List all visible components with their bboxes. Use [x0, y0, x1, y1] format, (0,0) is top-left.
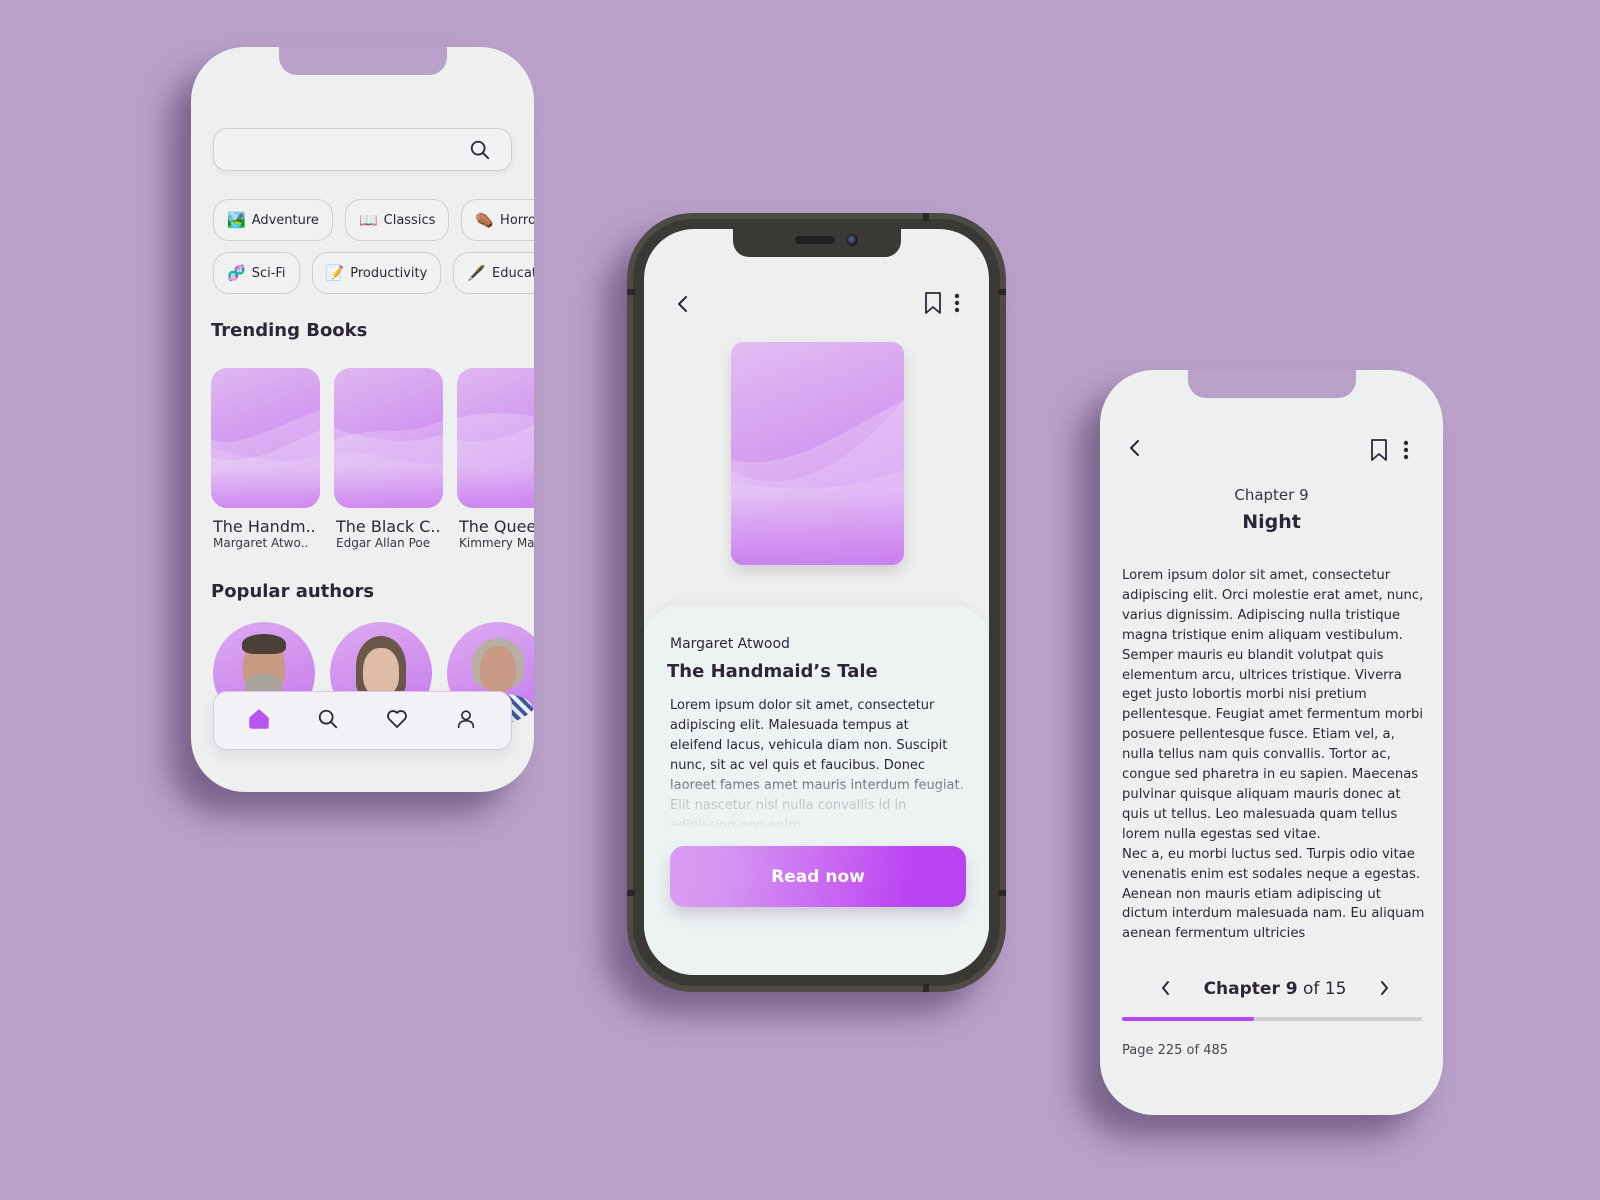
chapter-paragraph: Nec a, eu morbi luctus sed. Turpis odio …: [1122, 846, 1425, 942]
book-card[interactable]: The Black C.. Edgar Allan Poe: [334, 368, 443, 550]
book-author: Edgar Allan Poe: [336, 536, 431, 550]
book-title: The Handmaid’s Tale: [667, 661, 878, 682]
genre-label: Adventure: [251, 212, 319, 228]
genre-chip-education[interactable]: 🖋️ Education: [453, 252, 534, 294]
nav-favorites-button[interactable]: [377, 701, 417, 741]
book-detail-screen: Margaret Atwood The Handmaid’s Tale Lore…: [644, 229, 989, 975]
antenna-line: [998, 289, 1006, 295]
popular-authors-heading: Popular authors: [211, 581, 375, 602]
coffin-icon: ⚰️: [475, 210, 495, 229]
book-cover: [731, 342, 904, 565]
more-vertical-icon: [1403, 440, 1409, 463]
author-photo: [480, 646, 516, 692]
fountain-pen-icon: 🖋️: [467, 263, 486, 282]
chapter-indicator-total: of 15: [1297, 979, 1347, 999]
speaker-grille: [794, 236, 835, 244]
reader-screen-phone: Chapter 9 Night Lorem ipsum dolor sit am…: [1100, 370, 1443, 1115]
antenna-line: [923, 984, 929, 992]
open-book-icon: 📖: [358, 210, 378, 229]
search-input[interactable]: [214, 129, 454, 170]
author-hair: [242, 634, 286, 654]
book-cover[interactable]: [334, 368, 443, 508]
book-card[interactable]: The Handm.. Margaret Atwo..: [211, 368, 320, 550]
genre-chip-scifi[interactable]: 🧬 Sci-Fi: [213, 252, 300, 294]
nav-home-button[interactable]: [239, 701, 279, 741]
chevron-right-icon: [1378, 979, 1390, 1000]
page-counter: Page 225 of 485: [1122, 1043, 1229, 1058]
reading-progress-bar[interactable]: [1122, 1017, 1422, 1021]
chapter-navigation: Chapter 9 of 15: [1160, 974, 1390, 1004]
back-button[interactable]: [667, 289, 699, 321]
bottom-navigation: [213, 691, 512, 750]
antenna-line: [627, 890, 635, 896]
bookmark-icon: [1370, 438, 1388, 465]
book-description: Lorem ipsum dolor sit amet, consectetur …: [670, 698, 964, 826]
chevron-left-icon: [1128, 438, 1142, 461]
antenna-line: [627, 289, 635, 295]
user-icon: [455, 708, 477, 733]
chapter-indicator-current: Chapter 9: [1203, 979, 1298, 999]
genre-chip-productivity[interactable]: 📝 Productivity: [311, 252, 442, 294]
book-title: The Black C..: [336, 517, 441, 536]
book-info-sheet: Margaret Atwood The Handmaid’s Tale Lore…: [644, 606, 989, 975]
antenna-line: [923, 213, 929, 221]
search-icon: [317, 708, 339, 733]
bookmark-button[interactable]: [1370, 438, 1388, 465]
more-vertical-icon: [954, 293, 960, 316]
search-bar[interactable]: [213, 128, 512, 171]
genre-label: Sci-Fi: [251, 265, 286, 281]
book-title: The Handm..: [213, 517, 316, 536]
book-author: Margaret Atwood: [670, 636, 790, 652]
genre-chip-horror[interactable]: ⚰️ Horror: [461, 199, 534, 241]
nav-search-button[interactable]: [308, 701, 348, 741]
book-cover[interactable]: [457, 368, 534, 508]
book-cover[interactable]: [211, 368, 320, 508]
bookmark-icon: [924, 291, 942, 318]
chapter-indicator: Chapter 9 of 15: [1204, 979, 1347, 999]
chevron-left-icon: [1160, 979, 1172, 1000]
trending-books-list: The Handm.. Margaret Atwo.. The Black C.…: [211, 368, 534, 550]
phone-notch: [1187, 370, 1356, 398]
genre-label: Productivity: [350, 265, 428, 281]
genre-chip-classics[interactable]: 📖 Classics: [344, 199, 450, 241]
book-card[interactable]: The Queen Kimmery Martin: [457, 368, 534, 550]
book-author: Margaret Atwo..: [213, 536, 309, 550]
chapter-body: Lorem ipsum dolor sit amet, consectetur …: [1122, 566, 1426, 944]
genre-row-1: 🏞️ Adventure 📖 Classics ⚰️ Horror: [213, 199, 534, 241]
back-button[interactable]: [1128, 438, 1142, 461]
read-now-button[interactable]: Read now: [670, 846, 966, 907]
author-photo: [363, 648, 399, 696]
genre-label: Horror: [500, 212, 534, 228]
more-options-button[interactable]: [1403, 440, 1409, 463]
genre-label: Classics: [383, 212, 436, 228]
more-options-button[interactable]: [954, 293, 960, 316]
next-chapter-button[interactable]: [1378, 979, 1390, 1000]
book-author: Kimmery Martin: [459, 536, 534, 550]
memo-icon: 📝: [325, 263, 345, 282]
genre-label: Education: [492, 265, 534, 281]
genre-row-2: 🧬 Sci-Fi 📝 Productivity 🖋️ Education: [213, 252, 534, 294]
previous-chapter-button[interactable]: [1160, 979, 1172, 1000]
nav-profile-button[interactable]: [446, 701, 486, 741]
chevron-left-icon: [676, 295, 690, 316]
chapter-title: Night: [1242, 511, 1301, 533]
search-icon[interactable]: [469, 139, 491, 165]
genre-chip-adventure[interactable]: 🏞️ Adventure: [213, 199, 333, 241]
bookmark-button[interactable]: [924, 291, 942, 318]
heart-icon: [385, 707, 409, 734]
trending-books-heading: Trending Books: [211, 320, 368, 341]
book-detail-phone: Margaret Atwood The Handmaid’s Tale Lore…: [627, 213, 1006, 992]
chapter-number: Chapter 9: [1234, 486, 1309, 504]
home-screen-phone: 🏞️ Adventure 📖 Classics ⚰️ Horror 🧬 Sci-…: [191, 47, 534, 792]
chapter-paragraph: Lorem ipsum dolor sit amet, consectetur …: [1122, 568, 1424, 842]
phone-notch: [278, 47, 447, 75]
book-title: The Queen: [459, 517, 534, 536]
home-icon: [247, 707, 271, 734]
front-camera: [845, 234, 858, 246]
landscape-icon: 🏞️: [227, 210, 246, 229]
reading-progress-fill: [1122, 1017, 1254, 1021]
phone-notch: [732, 229, 901, 257]
antenna-line: [998, 890, 1006, 896]
dna-icon: 🧬: [227, 263, 246, 282]
